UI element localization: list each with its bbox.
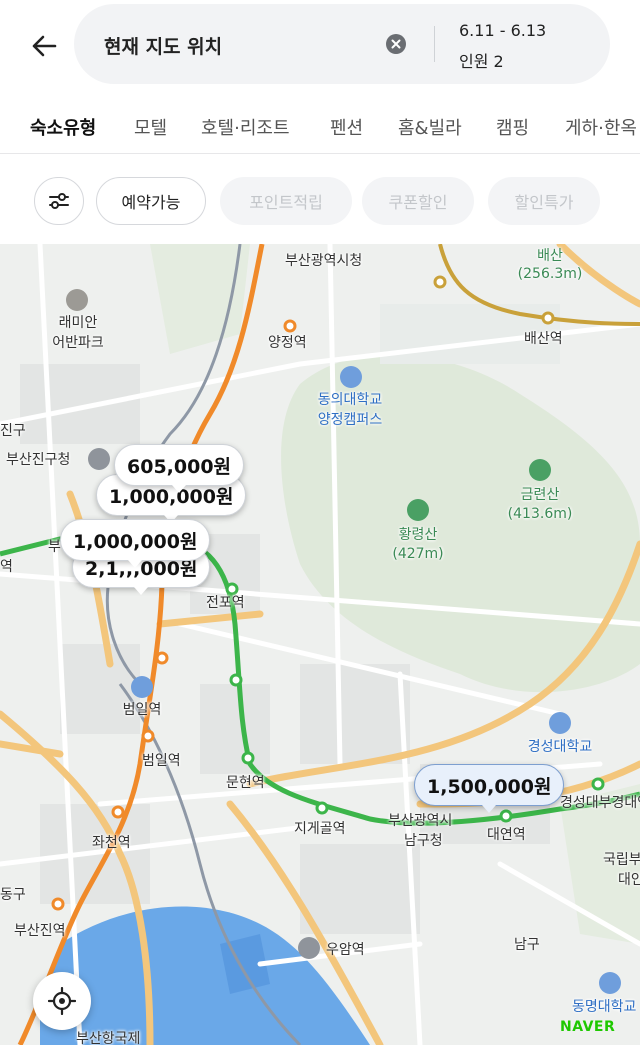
label-busanjin-station: 부산진역 <box>14 923 66 939</box>
filter-sliders-icon <box>49 193 69 209</box>
current-location-icon <box>48 987 76 1015</box>
tab-guesthouse-hanok[interactable]: 게하·한옥 <box>565 114 637 140</box>
clear-button[interactable] <box>386 34 406 54</box>
label-dongeui-campus: 양정캠퍼스 <box>317 412 383 428</box>
label-uam-station: 우암역 <box>326 942 365 958</box>
university-icon <box>599 972 621 994</box>
map-view[interactable]: 부산광역시청 배산 (256.3m) 배산역 래미안 어반파크 양정역 동의대학… <box>0 244 640 1045</box>
map-base <box>0 244 640 1045</box>
header: 현재 지도 위치 6.11 - 6.13 인원 2 <box>0 0 640 95</box>
mountain-icon <box>407 499 429 521</box>
label-jeonpo-station: 전포역 <box>206 595 245 611</box>
apartment-icon <box>66 289 88 311</box>
label-kyungsung-pknu-station: 경성대부경대역 <box>560 795 640 811</box>
mountain-icon <box>529 459 551 481</box>
label-yangjeong-station: 양정역 <box>268 335 307 351</box>
label-donggu: 동구 <box>0 887 26 903</box>
label-baesan: 배산 <box>537 248 563 264</box>
label-raemian: 래미안 <box>58 315 98 331</box>
filter-settings-button[interactable] <box>34 177 84 225</box>
label-jwacheon-station: 좌천역 <box>92 835 131 851</box>
filter-bar: 예약가능 포인트적립 쿠폰할인 할인특가 <box>0 158 640 244</box>
subway-icon <box>298 937 320 959</box>
price-marker-selected[interactable]: 1,500,000원 <box>414 764 565 813</box>
category-tabs: 숙소유형 모텔 호텔·리조트 펜션 홈&빌라 캠핑 게하·한옥 <box>0 104 640 154</box>
government-office-icon <box>88 448 110 470</box>
label-busanjingu-office: 부산진구청 <box>6 452 71 468</box>
filter-available-chip[interactable]: 예약가능 <box>96 177 206 225</box>
label-jingu: 진구 <box>0 423 26 439</box>
label-raemian-urbanpark: 어반파크 <box>52 335 104 351</box>
price-marker[interactable]: 605,000원 <box>114 444 245 493</box>
guest-count[interactable]: 인원 2 <box>459 48 504 72</box>
label-namgu-office-1: 부산광역시 <box>388 813 453 829</box>
label-dongeui-univ: 동의대학교 <box>317 392 383 408</box>
tab-hotel-resort[interactable]: 호텔·리조트 <box>201 114 290 140</box>
label-busan-city-hall: 부산광역시청 <box>285 253 363 269</box>
label-namgu: 남구 <box>514 937 540 953</box>
label-baesan-station: 배산역 <box>524 331 563 347</box>
label-tongmyong-univ: 동명대학교 <box>572 999 637 1015</box>
label-busan-port: 부산항국제 <box>76 1031 141 1045</box>
filter-coupon-chip[interactable]: 쿠폰할인 <box>362 177 474 225</box>
label-beomil-station: 범일역 <box>142 753 181 769</box>
label-hwangryeongsan: 황령산 <box>398 527 438 543</box>
label-jigegol-station: 지게골역 <box>294 821 346 837</box>
label-beomil-station-icon: 범일역 <box>122 702 162 718</box>
tab-home-villa[interactable]: 홈&빌라 <box>398 114 462 140</box>
filter-points-chip[interactable]: 포인트적립 <box>220 177 352 225</box>
divider <box>434 26 435 62</box>
university-icon <box>549 712 571 734</box>
current-location-button[interactable] <box>33 972 91 1030</box>
tab-pension[interactable]: 펜션 <box>330 114 363 140</box>
label-pknu-2: 대인 <box>618 872 640 888</box>
label-geumryeonsan-elevation: (413.6m) <box>507 506 573 522</box>
label-namgu-office-2: 남구청 <box>404 833 443 849</box>
naver-logo: NAVER <box>560 1019 616 1035</box>
tab-motel[interactable]: 모텔 <box>134 114 167 140</box>
label-daeyeon-station: 대연역 <box>487 827 526 843</box>
price-marker[interactable]: 1,000,000원 <box>60 519 211 568</box>
back-arrow-icon <box>32 35 57 57</box>
label-geumryeonsan: 금련산 <box>520 487 560 503</box>
tab-accommodation-type[interactable]: 숙소유형 <box>30 114 96 140</box>
label-hwangryeongsan-elevation: (427m) <box>392 546 444 562</box>
date-range[interactable]: 6.11 - 6.13 <box>459 21 546 40</box>
label-pknu-1: 국립부 <box>603 852 640 868</box>
clear-icon <box>391 39 401 49</box>
back-button[interactable] <box>26 28 62 64</box>
search-bar[interactable]: 현재 지도 위치 6.11 - 6.13 인원 2 <box>74 4 610 84</box>
label-partial-bu: 부 <box>48 539 61 555</box>
label-kyungsung-univ: 경성대학교 <box>527 739 593 755</box>
subway-icon <box>131 676 153 698</box>
label-baesan-elevation: (256.3m) <box>517 266 583 282</box>
filter-special-deal-chip[interactable]: 할인특가 <box>488 177 600 225</box>
label-partial-station: 역 <box>0 559 13 575</box>
label-munhyeon-station: 문현역 <box>226 775 265 791</box>
university-icon <box>340 366 362 388</box>
location-text[interactable]: 현재 지도 위치 <box>104 32 222 59</box>
tab-camping[interactable]: 캠핑 <box>496 114 529 140</box>
